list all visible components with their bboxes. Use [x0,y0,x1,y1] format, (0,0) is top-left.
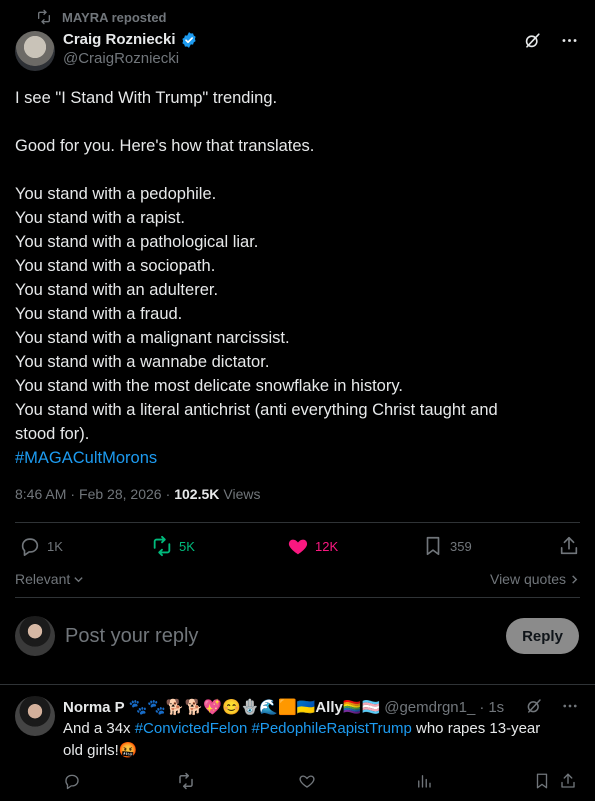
repost-icon [38,9,50,25]
tweet-line: You stand with the most delicate snowfla… [15,377,403,395]
relevant-dropdown[interactable]: Relevant [15,571,84,587]
reply-text-prefix: And a 34x [63,720,135,737]
repost-icon [179,772,193,790]
tweet-time[interactable]: 8:46 AM [15,486,66,502]
tweet-line: You stand with a wannabe dictator. [15,353,270,371]
bookmark-icon [536,773,548,789]
reply-button[interactable]: Reply [506,618,579,654]
reply-author-avatar[interactable] [15,696,55,736]
reply-sort-bar: Relevant View quotes [15,568,580,590]
reply-text: And a 34x #ConvictedFelon #PedophileRapi… [63,718,563,762]
repost-action[interactable]: 5K [151,535,195,557]
views-count: 102.5K [174,486,220,502]
views-label: Views [223,486,261,502]
view-quotes-link[interactable]: View quotes [490,571,580,587]
tweet-line: You stand with a literal antichrist (ant… [15,401,498,419]
tweet-line: You stand with a pedophile. [15,185,217,203]
share-action[interactable] [559,772,577,790]
divider [15,522,580,523]
reply-icon [21,538,39,556]
tweet-line: You stand with a sociopath. [15,257,216,275]
engagement-bar: 1K 5K 12K 359 [15,535,580,559]
chevron-right-icon [572,574,578,584]
repost-count: 5K [179,538,195,554]
tweet-line: I see "I Stand With Trump" trending. [15,89,278,107]
tweet-line: stood for). [15,425,90,443]
divider [15,597,580,598]
tweet-text: I see "I Stand With Trump" trending. Goo… [15,86,575,470]
like-count: 12K [315,538,339,554]
like-action[interactable] [298,772,316,790]
meta-separator: · [165,486,171,502]
repost-header[interactable]: MAYRA reposted [36,9,167,25]
meta-separator: · [479,698,485,716]
reply-input[interactable]: Post your reply [65,625,198,648]
grok-icon[interactable] [525,697,543,715]
hashtag-link[interactable]: #ConvictedFelon [135,720,248,737]
meta-separator: · [70,486,76,502]
share-icon [560,536,578,555]
analytics-icon [418,775,431,788]
reply-author-handle[interactable]: @gemdrgn1_ [384,699,475,716]
reply-icon [65,774,79,790]
repost-action[interactable] [177,772,195,790]
tweet-line: You stand with a pathological liar. [15,233,259,251]
tweet-line: You stand with a fraud. [15,305,183,323]
view-quotes-label: View quotes [489,571,566,587]
like-action[interactable]: 12K [287,535,338,557]
tweet-line: You stand with an adulterer. [15,281,219,299]
repost-icon [153,535,171,557]
tweet-meta: 8:46 AM · Feb 28, 2026 · 102.5K Views [15,486,260,502]
reply-count: 1K [47,538,63,554]
tweet-line [15,110,575,134]
user-avatar[interactable] [15,616,55,656]
more-options-icon[interactable] [561,697,579,715]
grok-icon[interactable] [523,31,542,50]
reply-author-name[interactable]: Norma P 🐾🐾🐕🐕💖😊🪬🌊🟧🇺🇦Ally🏳️‍🌈🏳️‍⚧️ [63,698,380,716]
author-handle[interactable]: @CraigRozniecki [63,49,198,69]
verified-badge-icon [181,31,196,48]
hashtag-link[interactable]: #PedophileRapistTrump [251,720,411,737]
repost-label: MAYRA reposted [62,9,167,25]
bookmark-count: 359 [450,538,472,554]
reply-action[interactable]: 1K [19,535,63,557]
bookmark-icon [426,536,440,556]
bookmark-action[interactable]: 359 [422,535,472,557]
hashtag-link[interactable]: #MAGACultMorons [15,446,575,470]
reply-action[interactable] [63,772,81,790]
author-avatar[interactable] [15,31,55,71]
tweet-line: Good for you. Here's how that translates… [15,137,315,155]
tweet-date[interactable]: Feb 28, 2026 [79,486,162,502]
divider [0,684,595,685]
heart-icon [288,539,308,555]
author-block[interactable]: Craig Rozniecki @CraigRozniecki [63,30,198,69]
reply-time[interactable]: 1s [488,699,504,716]
tweet-line: You stand with a rapist. [15,209,185,227]
share-action[interactable] [558,535,580,557]
tweet-line [15,158,575,182]
more-options-icon[interactable] [560,31,579,50]
reply-engagement-bar [63,772,579,792]
bookmark-action[interactable] [533,772,551,790]
chevron-down-icon [74,576,83,582]
reply-header: Norma P 🐾🐾🐕🐕💖😊🪬🌊🟧🇺🇦Ally🏳️‍🌈🏳️‍⚧️ @gemdrg… [63,698,579,717]
share-icon [561,773,575,788]
views-action[interactable] [415,772,433,790]
relevant-label: Relevant [15,571,71,587]
heart-icon [299,775,315,788]
author-name[interactable]: Craig Rozniecki [63,30,176,49]
tweet-line: You stand with a malignant narcissist. [15,329,290,347]
